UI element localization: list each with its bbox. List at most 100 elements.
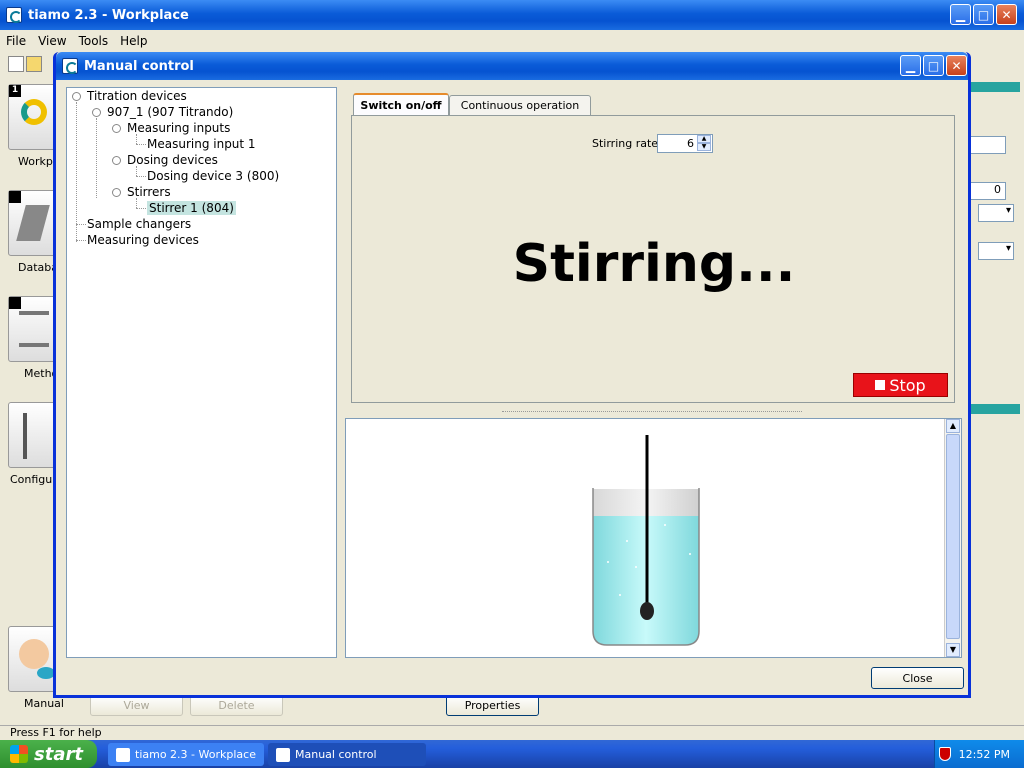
minimize-button[interactable]: ▁ bbox=[950, 4, 971, 25]
properties-button[interactable]: Properties bbox=[446, 695, 539, 716]
toolbar bbox=[0, 52, 60, 76]
tiamo-task-icon bbox=[276, 747, 290, 762]
nav-manual-label: Manual bbox=[24, 697, 64, 710]
tiamo-app-icon bbox=[6, 7, 22, 23]
background-combo bbox=[978, 204, 1014, 222]
beaker-illustration bbox=[592, 435, 700, 646]
dialog-app-icon bbox=[62, 58, 78, 74]
nav-manual-button[interactable] bbox=[8, 626, 56, 692]
maximize-button[interactable]: □ bbox=[973, 4, 994, 25]
dialog-minimize-button[interactable]: ▁ bbox=[900, 55, 921, 76]
new-file-icon[interactable] bbox=[8, 56, 24, 72]
dialog-titlebar[interactable]: Manual control ▁ □ ✕ bbox=[56, 52, 968, 80]
collapse-icon[interactable] bbox=[112, 124, 121, 133]
background-combo bbox=[978, 242, 1014, 260]
taskbar-item-manual-control[interactable]: Manual control bbox=[268, 743, 426, 766]
tree-titration-devices[interactable]: Titration devices bbox=[87, 89, 187, 103]
tree-line bbox=[136, 166, 137, 176]
delete-button[interactable]: Delete bbox=[190, 695, 283, 716]
bubble bbox=[607, 561, 609, 563]
tree-sample-changers[interactable]: Sample changers bbox=[87, 217, 191, 231]
tree-line bbox=[76, 102, 77, 242]
spin-down-icon[interactable]: ▼ bbox=[697, 143, 711, 151]
device-tree: Titration devices 907_1 (907 Titrando) M… bbox=[66, 87, 337, 658]
tree-line bbox=[136, 144, 146, 145]
dialog-title: Manual control bbox=[84, 58, 194, 74]
pane-splitter[interactable] bbox=[343, 409, 961, 414]
stirring-rate-input[interactable]: 6 ▲ ▼ bbox=[657, 134, 713, 153]
nav-badge: 1 bbox=[9, 85, 21, 97]
tree-line bbox=[136, 176, 146, 177]
menu-view[interactable]: View bbox=[32, 34, 72, 48]
nav-configuration-button[interactable] bbox=[8, 402, 56, 468]
nav-workplace-button[interactable]: 1 bbox=[8, 84, 56, 150]
tree-device-907[interactable]: 907_1 (907 Titrando) bbox=[107, 105, 233, 119]
taskbar-item-workplace[interactable]: tiamo 2.3 - Workplace bbox=[108, 743, 264, 766]
tree-stirrer-1[interactable]: Stirrer 1 (804) bbox=[147, 201, 236, 215]
dialog-close-x-button[interactable]: ✕ bbox=[946, 55, 967, 76]
method-icon bbox=[19, 311, 49, 347]
scroll-thumb[interactable] bbox=[946, 434, 960, 639]
nav-database-label: Databa bbox=[18, 261, 58, 274]
tab-switch-on-off[interactable]: Switch on/off bbox=[353, 93, 449, 116]
splitter-grip bbox=[502, 411, 802, 412]
nav-method-button[interactable] bbox=[8, 296, 56, 362]
start-label: start bbox=[34, 743, 83, 765]
close-button[interactable]: Close bbox=[871, 667, 964, 689]
nav-configuration-label: Configur bbox=[10, 473, 57, 486]
stirring-status-text: Stirring... bbox=[512, 234, 796, 294]
panel-header bbox=[970, 404, 1020, 414]
tiamo-task-icon bbox=[116, 747, 130, 762]
collapse-icon[interactable] bbox=[112, 188, 121, 197]
background-field bbox=[970, 136, 1006, 154]
collapse-icon[interactable] bbox=[92, 108, 101, 117]
tree-line bbox=[136, 134, 137, 144]
stop-square-icon bbox=[875, 380, 886, 390]
hand-icon bbox=[19, 639, 49, 669]
system-tray: 12:52 PM bbox=[934, 740, 1024, 768]
status-bar: Press F1 for help bbox=[0, 725, 1024, 740]
bubble bbox=[689, 553, 691, 555]
sliders-icon bbox=[23, 413, 27, 459]
taskbar: start tiamo 2.3 - Workplace Manual contr… bbox=[0, 740, 1024, 768]
tab-continuous-operation[interactable]: Continuous operation bbox=[449, 95, 591, 115]
nav-indicator bbox=[9, 297, 21, 309]
scroll-up-icon[interactable]: ▲ bbox=[946, 419, 960, 433]
collapse-icon[interactable] bbox=[72, 92, 81, 101]
task-label: Manual control bbox=[295, 748, 377, 761]
security-shield-icon[interactable] bbox=[938, 747, 951, 761]
menu-file[interactable]: File bbox=[0, 34, 32, 48]
open-folder-icon[interactable] bbox=[26, 56, 42, 72]
start-button[interactable]: start bbox=[0, 740, 97, 768]
tree-measuring-devices[interactable]: Measuring devices bbox=[87, 233, 199, 247]
menu-tools[interactable]: Tools bbox=[73, 34, 115, 48]
tree-measuring-input-1[interactable]: Measuring input 1 bbox=[147, 137, 256, 151]
tree-line bbox=[76, 224, 86, 225]
bubble bbox=[635, 566, 637, 568]
tree-measuring-inputs[interactable]: Measuring inputs bbox=[127, 121, 230, 135]
tree-line bbox=[136, 198, 137, 208]
stop-label: Stop bbox=[889, 375, 926, 395]
tree-line bbox=[136, 208, 146, 209]
main-titlebar[interactable]: tiamo 2.3 - Workplace ▁ □ ✕ bbox=[0, 0, 1024, 30]
view-button[interactable]: View bbox=[90, 695, 183, 716]
tree-dosing-devices[interactable]: Dosing devices bbox=[127, 153, 218, 167]
menu-help[interactable]: Help bbox=[114, 34, 153, 48]
left-navigation: 1 Workpla Databa Metho Configur Manual bbox=[0, 78, 64, 718]
bubble bbox=[664, 524, 666, 526]
tree-stirrers[interactable]: Stirrers bbox=[127, 185, 171, 199]
nav-database-button[interactable] bbox=[8, 190, 56, 256]
vertical-scrollbar[interactable]: ▲ ▼ bbox=[944, 419, 961, 657]
stirring-rate-label: Stirring rate bbox=[592, 137, 659, 150]
collapse-icon[interactable] bbox=[112, 156, 121, 165]
tab-page: Stirring rate 6 ▲ ▼ Stirring... Stop bbox=[351, 115, 955, 403]
spin-up-icon[interactable]: ▲ bbox=[697, 135, 711, 143]
stop-button[interactable]: Stop bbox=[853, 373, 948, 397]
bubble bbox=[626, 540, 628, 542]
close-window-button[interactable]: ✕ bbox=[996, 4, 1017, 25]
tree-dosing-device-3[interactable]: Dosing device 3 (800) bbox=[147, 169, 279, 183]
scroll-down-icon[interactable]: ▼ bbox=[946, 643, 960, 657]
tree-line bbox=[76, 240, 86, 241]
dialog-maximize-button[interactable]: □ bbox=[923, 55, 944, 76]
clock: 12:52 PM bbox=[958, 747, 1010, 761]
